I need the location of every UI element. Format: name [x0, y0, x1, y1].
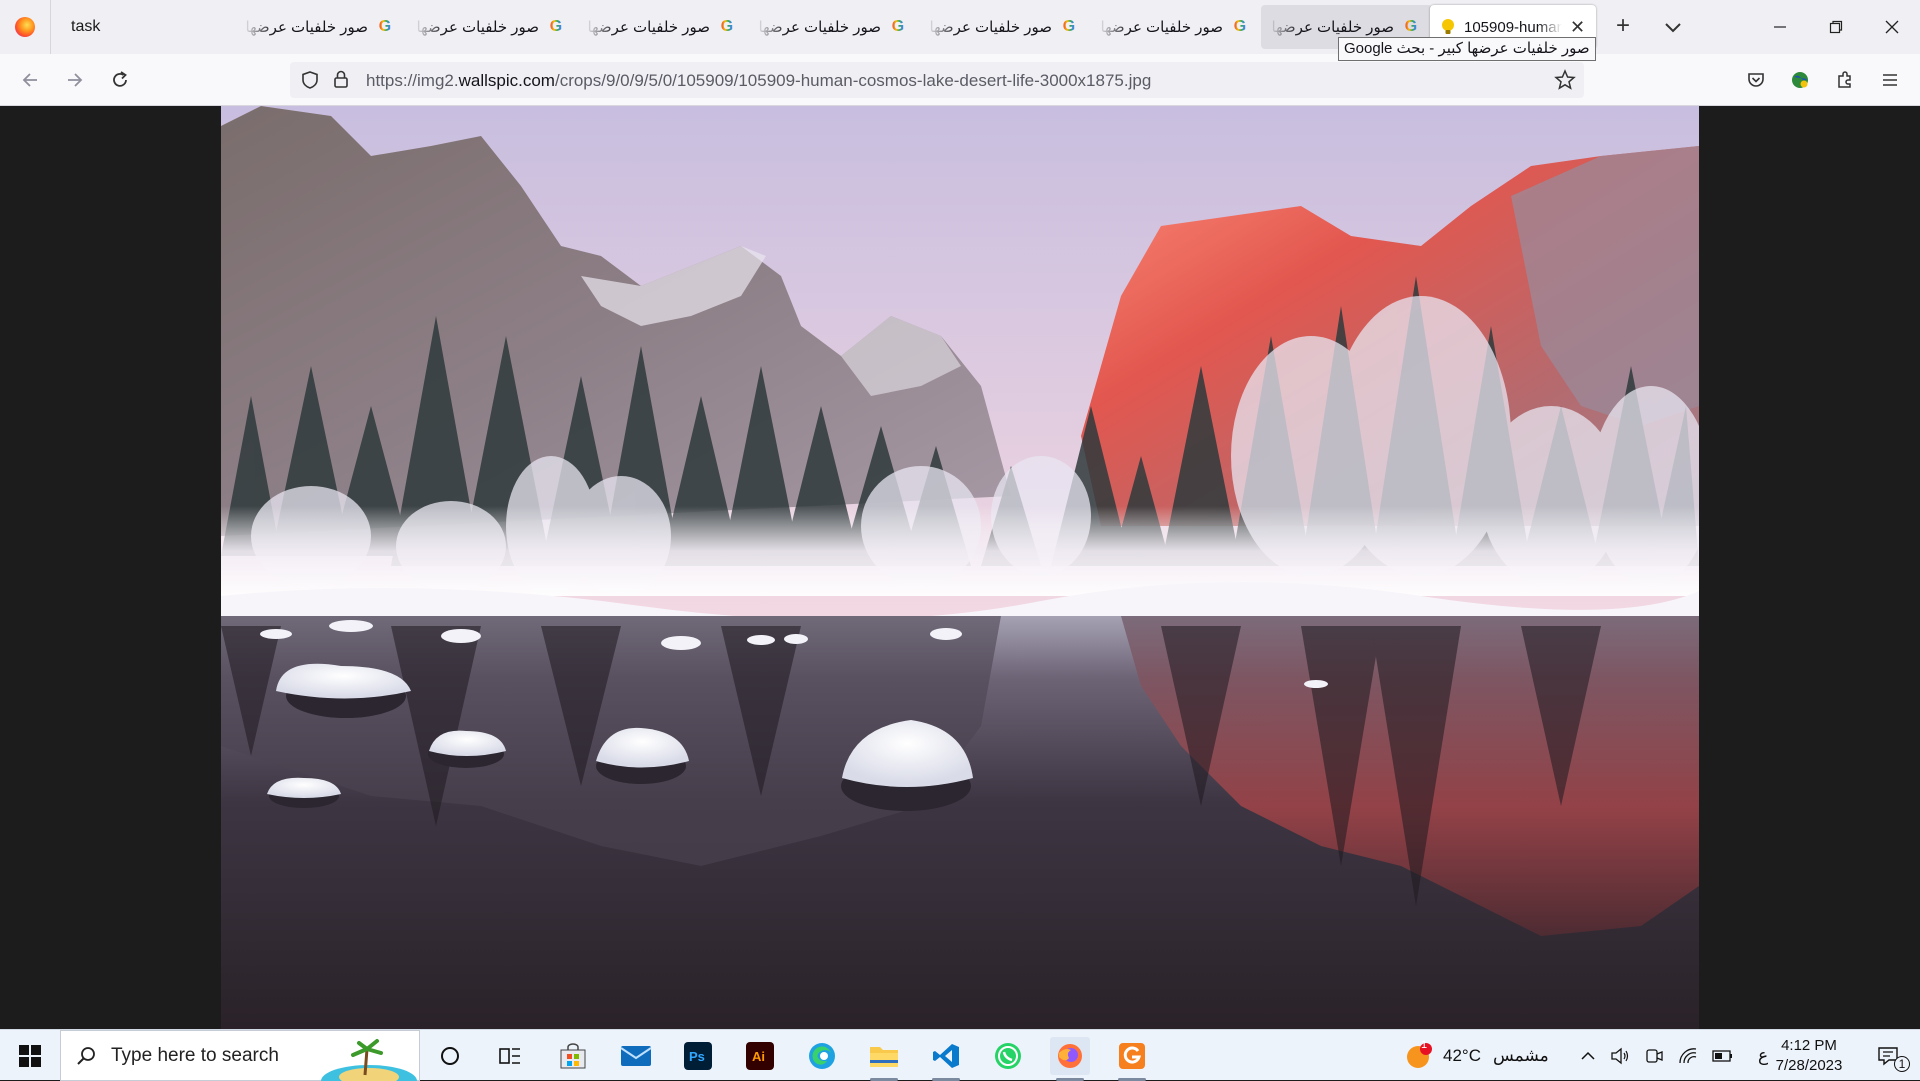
vscode-icon — [933, 1044, 959, 1068]
bulb-icon — [1442, 19, 1454, 34]
chevron-up-icon[interactable] — [1580, 1048, 1596, 1064]
restore-icon — [1829, 20, 1843, 34]
back-button[interactable] — [16, 66, 44, 94]
puzzle-icon — [1838, 71, 1851, 88]
wifi-icon[interactable] — [1678, 1047, 1698, 1065]
battery-icon[interactable] — [1712, 1049, 1734, 1063]
reload-button[interactable] — [106, 66, 134, 94]
forward-button[interactable] — [61, 66, 89, 94]
tab-google-search-5[interactable]: G صور خلفيات عرضها كبير - بحث Google — [919, 5, 1090, 49]
tab-google-search-3[interactable]: G صور خلفيات عرضها كبير - بحث Google — [577, 5, 748, 49]
illustrator-button[interactable]: Ai — [740, 1037, 780, 1075]
url-bar[interactable]: https://img2.wallspic.com/crops/9/0/9/5/… — [290, 62, 1584, 98]
folder-icon — [870, 1047, 898, 1067]
taskbar-search-box[interactable]: Type here to search — [60, 1030, 420, 1081]
microsoft-store-button[interactable] — [553, 1037, 593, 1075]
tab-tooltip: صور خلفيات عرضها كبير - بحث Google — [1338, 37, 1596, 61]
windows-taskbar: Type here to search Ps Ai 1 42°C مشمس ع … — [0, 1029, 1920, 1081]
tab-google-search-2[interactable]: G صور خلفيات عرضها كبير - بحث Google — [406, 5, 577, 49]
illustrator-icon: Ai — [746, 1042, 774, 1070]
vscode-button[interactable] — [926, 1037, 966, 1081]
chevron-down-icon[interactable] — [1658, 14, 1688, 40]
store-bag-icon — [560, 1043, 586, 1069]
url-text[interactable]: https://img2.wallspic.com/crops/9/0/9/5/… — [366, 71, 1151, 91]
svg-text:Ps: Ps — [689, 1049, 705, 1064]
google-icon: G — [378, 18, 392, 35]
edge-icon — [809, 1043, 835, 1069]
orange-app-icon — [1119, 1043, 1145, 1069]
lock-icon[interactable] — [332, 69, 350, 89]
displayed-image[interactable] — [221, 106, 1699, 1030]
google-icon: G — [1062, 18, 1076, 35]
cortana-circle-icon — [441, 1047, 459, 1065]
hamburger-menu-icon — [1883, 74, 1897, 86]
google-icon: G — [1233, 18, 1247, 35]
photoshop-button[interactable]: Ps — [678, 1037, 718, 1075]
whatsapp-button[interactable] — [988, 1037, 1028, 1075]
close-tab-icon[interactable]: ✕ — [1570, 18, 1586, 36]
firefox-view-button[interactable] — [0, 0, 50, 54]
restore-button[interactable] — [1808, 0, 1864, 54]
tab-google-search-4[interactable]: G صور خلفيات عرضها كبير - بحث Google — [748, 5, 919, 49]
notification-center-button[interactable]: 1 — [1866, 1030, 1910, 1081]
arrow-right-icon — [68, 73, 83, 87]
firefox-icon — [1058, 1044, 1082, 1068]
sun-weather-icon — [1407, 1042, 1432, 1068]
window-controls — [1752, 0, 1920, 54]
task-view-button[interactable] — [490, 1037, 530, 1075]
windows-logo-icon — [19, 1045, 41, 1067]
google-icon: G — [549, 18, 563, 35]
bookmark-star-icon[interactable] — [1554, 69, 1576, 91]
globe-extension-icon — [1792, 72, 1808, 88]
nav-bar: https://img2.wallspic.com/crops/9/0/9/5/… — [0, 54, 1920, 106]
tab-google-search-1[interactable]: G صور خلفيات عرضها كبير - بحث Google — [235, 5, 406, 49]
edge-button[interactable] — [802, 1037, 842, 1075]
page-content — [0, 106, 1920, 1030]
tab-strip: task G صور خلفيات عرضها كبير - بحث Googl… — [0, 0, 1920, 54]
clock[interactable]: 4:12 PM 7/28/2023 — [1760, 1030, 1858, 1081]
minimize-icon — [1774, 26, 1786, 28]
photoshop-icon: Ps — [684, 1042, 712, 1070]
speaker-icon[interactable] — [1610, 1047, 1630, 1065]
pocket-icon — [1748, 73, 1764, 87]
google-icon: G — [720, 18, 734, 35]
google-icon: G — [1404, 18, 1418, 35]
weather-widget[interactable]: 1 42°C مشمس — [1405, 1030, 1549, 1081]
orange-app-button[interactable] — [1112, 1037, 1152, 1081]
firefox-taskbar-button[interactable] — [1050, 1037, 1090, 1081]
shield-icon[interactable] — [300, 70, 320, 90]
minimize-button[interactable] — [1752, 0, 1808, 54]
meet-now-icon[interactable] — [1644, 1047, 1664, 1065]
search-highlight-island-icon — [321, 1039, 417, 1081]
whatsapp-icon — [995, 1043, 1021, 1069]
new-tab-button[interactable]: + — [1608, 12, 1638, 42]
file-explorer-button[interactable] — [864, 1037, 904, 1081]
arrow-left-icon — [22, 73, 37, 87]
close-icon — [1885, 20, 1899, 34]
system-tray: ع — [1580, 1030, 1768, 1081]
pocket-button[interactable] — [1742, 66, 1770, 94]
search-icon — [77, 1046, 95, 1065]
google-icon: G — [891, 18, 905, 35]
reload-icon — [113, 71, 127, 87]
mail-envelope-icon — [620, 1046, 652, 1066]
tab-list: G صور خلفيات عرضها كبير - بحث Google G ص… — [235, 5, 1432, 49]
task-view-icon — [499, 1048, 520, 1064]
firefox-logo-icon — [15, 17, 35, 37]
extensions-button[interactable] — [1831, 66, 1859, 94]
start-button[interactable] — [10, 1037, 50, 1075]
browser-window: task G صور خلفيات عرضها كبير - بحث Googl… — [0, 0, 1920, 1081]
app-menu-button[interactable] — [1876, 66, 1904, 94]
tab-google-search-6[interactable]: G صور خلفيات عرضها كبير - بحث Google — [1090, 5, 1261, 49]
workspace-label[interactable]: task — [50, 0, 230, 54]
cortana-button[interactable] — [430, 1037, 470, 1075]
svg-text:Ai: Ai — [752, 1049, 765, 1064]
extension-globe-button[interactable] — [1786, 66, 1814, 94]
close-window-button[interactable] — [1864, 0, 1920, 54]
mail-button[interactable] — [616, 1037, 656, 1075]
